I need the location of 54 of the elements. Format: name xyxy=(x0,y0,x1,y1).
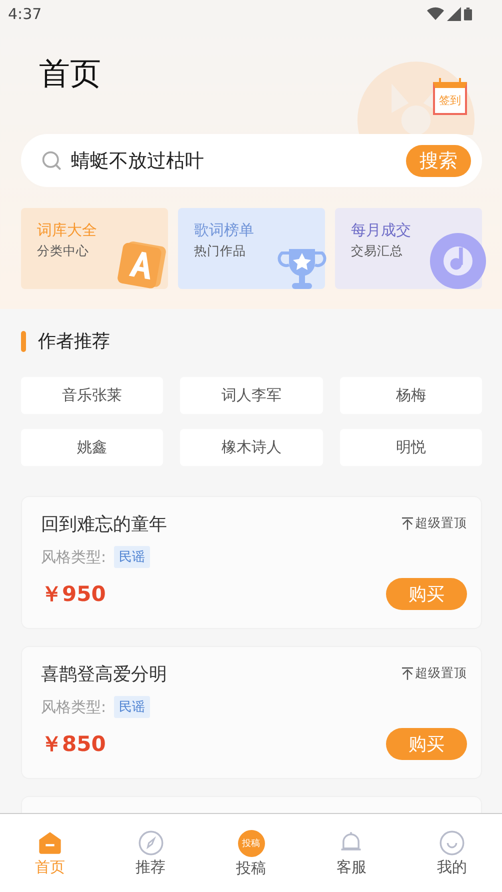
search-icon xyxy=(41,150,63,172)
work-card[interactable]: 喜鹊登高爱分明 超级置顶 风格类型: 民谣 ￥850 购买 xyxy=(21,646,482,779)
home-icon xyxy=(37,830,64,856)
status-time: 4:37 xyxy=(8,5,42,23)
pin-label: 超级置顶 xyxy=(415,665,467,682)
author-chip[interactable]: 姚鑫 xyxy=(21,429,164,466)
tab-label: 首页 xyxy=(35,858,66,877)
style-label: 风格类型: xyxy=(41,548,106,566)
author-chip[interactable]: 杨梅 xyxy=(340,377,482,414)
category-title: 词库大全 xyxy=(37,220,98,240)
search-field[interactable]: 蜻蜓不放过枯叶 搜索 xyxy=(21,134,482,187)
price: ￥950 xyxy=(41,581,106,608)
section-marker xyxy=(21,330,26,352)
category-card[interactable]: 词库大全 分类中心 xyxy=(21,208,168,289)
pin-top-icon xyxy=(402,517,413,530)
checkin-label: 签到 xyxy=(439,93,461,108)
smile-icon xyxy=(438,830,465,856)
work-title: 喜鹊登高爱分明 xyxy=(41,663,167,687)
tab-label: 我的 xyxy=(436,858,467,877)
page-title: 首页 xyxy=(39,55,101,94)
submit-icon: 投稿 xyxy=(238,830,265,857)
tab-bar-item[interactable]: 推荐 xyxy=(100,830,201,892)
section-title: 作者推荐 xyxy=(38,330,110,353)
music-disc-icon xyxy=(429,232,487,290)
tab-label: 推荐 xyxy=(136,858,166,877)
style-tag: 民谣 xyxy=(114,696,150,718)
category-subtitle: 热门作品 xyxy=(194,243,247,260)
category-title: 歌词榜单 xyxy=(194,220,255,240)
category-subtitle: 交易汇总 xyxy=(351,243,404,260)
tab-bar-item[interactable]: 投稿 投稿 xyxy=(200,830,302,892)
author-chip[interactable]: 音乐张莱 xyxy=(21,377,164,414)
category-card[interactable]: 歌词榜单 热门作品 xyxy=(178,208,325,289)
style-tag: 民谣 xyxy=(114,546,150,568)
battery-icon xyxy=(464,7,472,21)
author-chip[interactable]: 明悦 xyxy=(340,429,482,466)
wifi-icon xyxy=(427,7,444,21)
tab-label: 投稿 xyxy=(236,859,266,878)
category-title: 每月成交 xyxy=(351,220,412,240)
author-chip[interactable]: 橡木诗人 xyxy=(180,429,323,466)
work-title: 回到难忘的童年 xyxy=(41,513,167,537)
price: ￥850 xyxy=(41,731,106,758)
pin-to-top-link[interactable]: 超级置顶 xyxy=(402,665,467,682)
work-card[interactable]: 回到难忘的童年 超级置顶 风格类型: 民谣 ￥950 购买 xyxy=(21,496,482,629)
category-subtitle: 分类中心 xyxy=(37,243,90,260)
pin-to-top-link[interactable]: 超级置顶 xyxy=(402,515,467,532)
tab-label: 客服 xyxy=(336,858,366,877)
pin-label: 超级置顶 xyxy=(415,515,467,532)
compass-icon xyxy=(138,830,164,856)
signal-icon xyxy=(447,7,461,21)
author-chip[interactable]: 词人李军 xyxy=(180,377,323,414)
tab-bar-item[interactable]: 客服 xyxy=(301,830,402,892)
pin-top-icon xyxy=(402,667,413,680)
style-label: 风格类型: xyxy=(41,698,106,716)
tab-bar-item[interactable]: 我的 xyxy=(402,830,502,892)
